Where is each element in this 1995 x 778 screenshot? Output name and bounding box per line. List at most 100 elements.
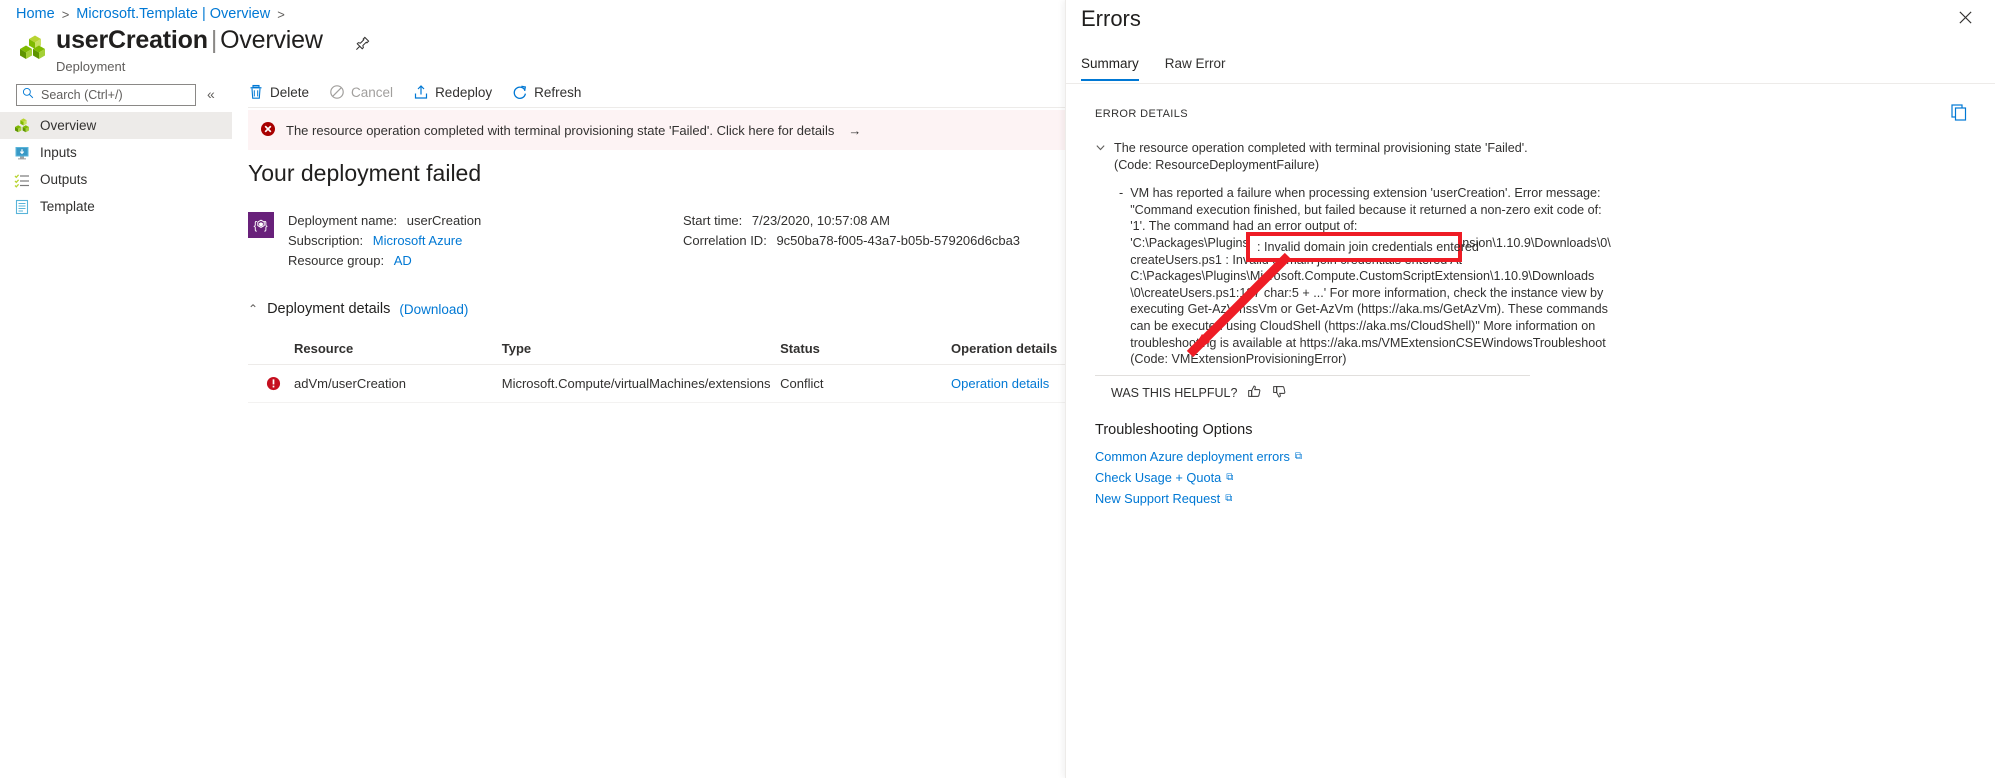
column-header-operation-details[interactable]: Operation details	[951, 341, 1065, 365]
cancel-button: Cancel	[329, 84, 393, 100]
breadcrumb-home[interactable]: Home	[16, 6, 55, 22]
meta-value-start-time: 7/23/2020, 10:57:08 AM	[751, 213, 890, 228]
redeploy-button[interactable]: Redeploy	[413, 84, 492, 100]
meta-label-deployment-name: Deployment name:	[288, 213, 398, 228]
redeploy-button-label: Redeploy	[435, 84, 493, 100]
sidebar-item-outputs[interactable]: Outputs	[0, 166, 232, 193]
external-link-icon: ⧉	[1225, 493, 1233, 504]
meta-value-deployment-name: userCreation	[406, 213, 482, 228]
errors-panel-tabs: Summary Raw Error	[1081, 56, 1226, 81]
errors-panel: Errors Summary Raw Error ERROR DETAILS T…	[1065, 0, 1995, 778]
thumbs-down-icon[interactable]	[1272, 384, 1287, 402]
tabs-divider	[1066, 83, 1995, 84]
refresh-button-label: Refresh	[534, 84, 582, 100]
link-common-azure-deployment-errors[interactable]: Common Azure deployment errors ⧉	[1095, 446, 1302, 467]
meta-value-resource-group[interactable]: AD	[394, 253, 412, 268]
title-text-block: userCreation | Overview Deployment	[56, 28, 323, 74]
column-header-type[interactable]: Type	[501, 341, 781, 365]
search-input[interactable]	[39, 87, 190, 103]
banner-arrow-icon: →	[848, 122, 862, 138]
deployment-details-title: Deployment details	[267, 301, 391, 317]
chevron-down-icon[interactable]	[1095, 142, 1106, 173]
meta-label-correlation-id: Correlation ID:	[683, 233, 767, 248]
column-header-resource[interactable]: Resource	[248, 341, 502, 365]
refresh-button[interactable]: Refresh	[512, 84, 581, 100]
sidebar-item-inputs-label: Inputs	[40, 145, 77, 160]
meta-label-subscription: Subscription:	[288, 233, 364, 248]
close-icon[interactable]	[1958, 10, 1973, 28]
download-link[interactable]: (Download)	[399, 302, 468, 317]
page-title: userCreation | Overview	[56, 28, 323, 53]
cell-resource-text: adVm/userCreation	[294, 376, 406, 391]
link-new-support-request[interactable]: New Support Request ⧉	[1095, 488, 1232, 509]
sidebar-item-overview[interactable]: Overview	[0, 112, 232, 139]
meta-row-deployment-name: Deployment name: userCreation	[288, 211, 683, 231]
pin-icon[interactable]	[355, 36, 370, 56]
delete-button[interactable]: Delete	[248, 84, 309, 100]
sidebar-item-inputs[interactable]: Inputs	[0, 139, 232, 166]
deployment-meta-section: { } Deployment name: userCreation Subscr…	[248, 211, 1065, 271]
meta-value-correlation-id: 9c50ba78-f005-43a7-b05b-579206d6cba3	[776, 233, 1021, 248]
deployment-details-table: Resource Type Status Operation details a…	[248, 341, 1065, 403]
page-title-section: Overview	[220, 26, 323, 54]
collapse-sidebar-button[interactable]: «	[207, 86, 215, 102]
upload-box-icon	[413, 84, 429, 100]
error-detail-bullet: -	[1119, 186, 1124, 201]
thumbs-up-icon[interactable]	[1247, 384, 1262, 402]
error-circle-icon	[266, 376, 281, 394]
sidebar-item-template[interactable]: Template	[0, 193, 232, 220]
tab-summary[interactable]: Summary	[1081, 56, 1139, 81]
highlight-annotation-box: : Invalid domain join credentials entere…	[1246, 232, 1479, 262]
trash-icon	[248, 84, 264, 100]
error-top-text: The resource operation completed with te…	[1114, 141, 1528, 172]
sidebar-item-template-label: Template	[40, 199, 95, 214]
link-check-usage-quota[interactable]: Check Usage + Quota ⧉	[1095, 467, 1233, 488]
banner-message: The resource operation completed with te…	[286, 122, 835, 138]
cell-operation-details: Operation details	[951, 364, 1065, 403]
cell-type: Microsoft.Compute/virtualMachines/extens…	[501, 364, 781, 403]
breadcrumb: Home > Microsoft.Template | Overview >	[16, 6, 285, 22]
page-header: userCreation | Overview Deployment	[16, 28, 370, 73]
meta-label-resource-group: Resource group:	[288, 253, 385, 268]
external-link-icon: ⧉	[1226, 472, 1234, 483]
search-box[interactable]	[16, 84, 196, 106]
error-detail-row: - VM has reported a failure when process…	[1095, 185, 1611, 368]
link-label: Common Azure deployment errors	[1095, 449, 1290, 464]
meta-row-correlation-id: Correlation ID: 9c50ba78-f005-43a7-b05b-…	[683, 231, 1020, 251]
was-this-helpful-row: WAS THIS HELPFUL?	[1111, 384, 1287, 402]
meta-value-subscription[interactable]: Microsoft Azure	[373, 233, 463, 248]
arm-template-icon: { }	[248, 212, 274, 238]
page-title-resource: userCreation	[56, 26, 208, 54]
sidebar-item-outputs-label: Outputs	[40, 172, 88, 187]
errors-panel-title: Errors	[1081, 6, 1141, 31]
link-label: New Support Request	[1095, 491, 1221, 506]
toolbar-divider	[248, 107, 1065, 108]
error-detail-text: VM has reported a failure when processin…	[1130, 186, 1611, 367]
cell-resource: adVm/userCreation	[248, 364, 502, 403]
template-document-icon	[14, 199, 30, 215]
deployment-cubes-icon	[16, 32, 46, 62]
outputs-list-icon	[14, 172, 30, 188]
deployment-error-banner[interactable]: The resource operation completed with te…	[248, 110, 1065, 150]
highlight-annotation-text: : Invalid domain join credentials entere…	[1257, 240, 1479, 254]
troubleshooting-links: Common Azure deployment errors ⧉ Check Us…	[1095, 446, 1302, 509]
deployment-overview-content: Your deployment failed { } Deployment na…	[248, 160, 1065, 403]
sidebar-nav: Overview Inputs Outputs Template	[0, 112, 232, 220]
breadcrumb-separator-2: >	[277, 6, 285, 22]
cancel-button-label: Cancel	[351, 84, 394, 100]
tab-raw-error[interactable]: Raw Error	[1165, 56, 1226, 81]
deployment-meta-right: Start time: 7/23/2020, 10:57:08 AM Corre…	[683, 211, 1020, 271]
meta-row-subscription: Subscription: Microsoft Azure	[288, 231, 683, 251]
deployment-failed-heading: Your deployment failed	[248, 160, 482, 186]
operation-details-link[interactable]: Operation details	[951, 376, 1049, 391]
copy-icon[interactable]	[1950, 103, 1968, 126]
table-row[interactable]: adVm/userCreation Microsoft.Compute/virt…	[248, 364, 1065, 403]
error-top-row: The resource operation completed with te…	[1095, 140, 1540, 173]
overview-cubes-icon	[14, 117, 30, 134]
column-header-status[interactable]: Status	[780, 341, 952, 365]
cell-status: Conflict	[780, 364, 952, 403]
breadcrumb-template[interactable]: Microsoft.Template | Overview	[76, 6, 270, 22]
search-icon	[22, 86, 34, 104]
chevron-up-icon[interactable]: ⌃	[248, 302, 258, 316]
error-details-label: ERROR DETAILS	[1095, 108, 1189, 120]
